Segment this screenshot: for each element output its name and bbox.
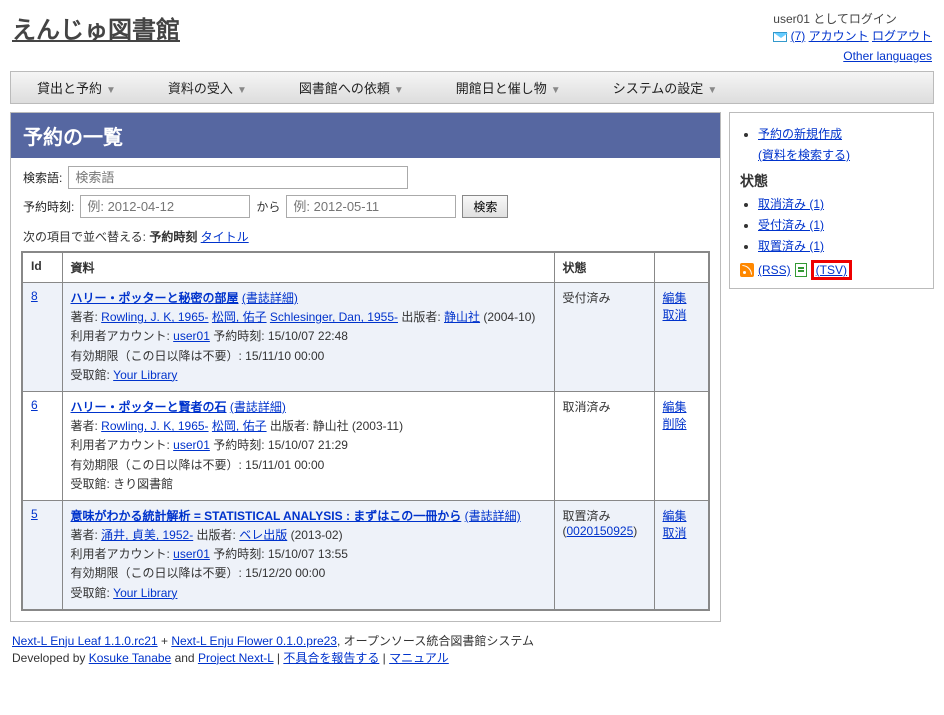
filter-cancelled[interactable]: 取消済み (1) [758,197,824,211]
cancel-link[interactable]: 取消 [663,526,687,540]
manual-link[interactable]: マニュアル [389,651,449,665]
author-link[interactable]: Rowling, J. K, 1965- [101,419,208,433]
filter-retained[interactable]: 取置済み (1) [758,239,824,253]
author-link[interactable]: 松岡, 佑子 [212,310,267,324]
col-actions [654,252,709,283]
bug-report-link[interactable]: 不具合を報告する [283,651,379,665]
other-languages-link[interactable]: Other languages [843,49,932,63]
search-material-link[interactable]: (資料を検索する) [758,148,850,162]
search-button[interactable]: 検索 [462,195,508,218]
edit-link[interactable]: 編集 [663,291,687,305]
chevron-down-icon: ▼ [551,85,561,96]
item-detail-link[interactable]: (書誌詳細) [465,509,521,523]
filter-accepted[interactable]: 受付済み (1) [758,218,824,232]
pickup-link[interactable]: Your Library [113,586,177,600]
main-panel: 予約の一覧 検索語: 予約時刻: から 検索 次の項目で並べ替える: 予約時刻 … [10,112,721,622]
reservations-table: Id 資料 状態 8 ハリー・ポッターと秘密の部屋 (書誌詳細) 著者: Row… [21,251,710,611]
status-cell: 取置済み (0020150925) [554,500,654,609]
project-link[interactable]: Project Next-L [198,651,274,665]
logout-link[interactable]: ログアウト [872,29,932,43]
author-link[interactable]: Rowling, J. K, 1965- [101,310,208,324]
messages-link[interactable]: (7) [791,29,806,43]
rss-link[interactable]: (RSS) [758,263,791,277]
tsv-highlight: (TSV) [811,260,852,280]
page-title: 予約の一覧 [11,113,720,158]
sort-prefix: 次の項目で並べ替える: [23,230,149,244]
item-title-link[interactable]: ハリー・ポッターと賢者の石 [71,400,227,414]
sidebar: 予約の新規作成 (資料を検索する) 状態 取消済み (1) 受付済み (1) 取… [729,112,934,289]
search-label: 検索語: [23,169,62,186]
edit-link[interactable]: 編集 [663,509,687,523]
brand-logo[interactable]: えんじゅ図書館 [12,10,180,45]
chevron-down-icon: ▼ [707,85,717,96]
table-row: 5 意味がわかる統計解析 = STATISTICAL ANALYSIS : まず… [22,500,709,609]
item-title-link[interactable]: ハリー・ポッターと秘密の部屋 [71,291,239,305]
user-link[interactable]: user01 [173,329,210,343]
sort-title-link[interactable]: タイトル [201,230,249,244]
publisher-link[interactable]: ベレ出版 [239,528,287,542]
period-label: 予約時刻: [23,198,74,215]
mail-icon [773,32,787,42]
developer-link[interactable]: Kosuke Tanabe [89,651,172,665]
pickup-link[interactable]: Your Library [113,368,177,382]
cancel-link[interactable]: 取消 [663,308,687,322]
logged-in-text: user01 としてログイン [773,10,932,27]
item-detail-link[interactable]: (書誌詳細) [242,291,298,305]
nav-request[interactable]: 図書館への依頼▼ [273,78,430,97]
chevron-down-icon: ▼ [394,85,404,96]
nav-checkout[interactable]: 貸出と予約▼ [11,78,142,97]
new-reservation-link[interactable]: 予約の新規作成 [758,127,842,141]
rss-icon [740,263,754,277]
table-row: 6 ハリー・ポッターと賢者の石 (書誌詳細) 著者: Rowling, J. K… [22,391,709,500]
chevron-down-icon: ▼ [106,85,116,96]
status-cell: 取消済み [554,391,654,500]
enju-leaf-link[interactable]: Next-L Enju Leaf 1.1.0.rc21 [12,634,158,648]
edit-link[interactable]: 編集 [663,400,687,414]
user-link[interactable]: user01 [173,438,210,452]
delete-link[interactable]: 削除 [663,417,687,431]
col-id: Id [22,252,62,283]
enju-flower-link[interactable]: Next-L Enju Flower 0.1.0.pre23 [171,634,337,648]
account-link[interactable]: アカウント [809,29,869,43]
sort-active: 予約時刻 [149,230,197,244]
chevron-down-icon: ▼ [237,85,247,96]
publisher-link[interactable]: 静山社 [444,310,480,324]
row-id-link[interactable]: 8 [31,289,38,303]
row-id-link[interactable]: 6 [31,398,38,412]
nav-system[interactable]: システムの設定▼ [587,78,744,97]
status-cell: 受付済み [554,283,654,392]
nav-acquisition[interactable]: 資料の受入▼ [142,78,273,97]
csv-icon [795,263,807,277]
item-detail-link[interactable]: (書誌詳細) [230,400,286,414]
footer: Next-L Enju Leaf 1.1.0.rc21 + Next-L Enj… [12,632,932,666]
user-link[interactable]: user01 [173,547,210,561]
item-barcode-link[interactable]: 0020150925 [567,524,634,538]
main-nav: 貸出と予約▼ 資料の受入▼ 図書館への依頼▼ 開館日と催し物▼ システムの設定▼ [10,71,934,104]
date-to-input[interactable] [286,195,456,218]
item-title-link[interactable]: 意味がわかる統計解析 = STATISTICAL ANALYSIS : まずはこ… [71,509,462,523]
tsv-link[interactable]: (TSV) [816,263,847,277]
table-row: 8 ハリー・ポッターと秘密の部屋 (書誌詳細) 著者: Rowling, J. … [22,283,709,392]
to-label: から [256,198,280,215]
row-id-link[interactable]: 5 [31,507,38,521]
date-from-input[interactable] [80,195,250,218]
col-material: 資料 [62,252,554,283]
col-status: 状態 [554,252,654,283]
author-link[interactable]: Schlesinger, Dan, 1955- [270,310,398,324]
nav-events[interactable]: 開館日と催し物▼ [430,78,587,97]
status-header: 状態 [740,171,923,191]
author-link[interactable]: 涌井, 貞美, 1952- [101,528,193,542]
search-input[interactable] [68,166,408,189]
author-link[interactable]: 松岡, 佑子 [212,419,267,433]
account-area: user01 としてログイン (7) アカウント ログアウト [773,10,932,44]
